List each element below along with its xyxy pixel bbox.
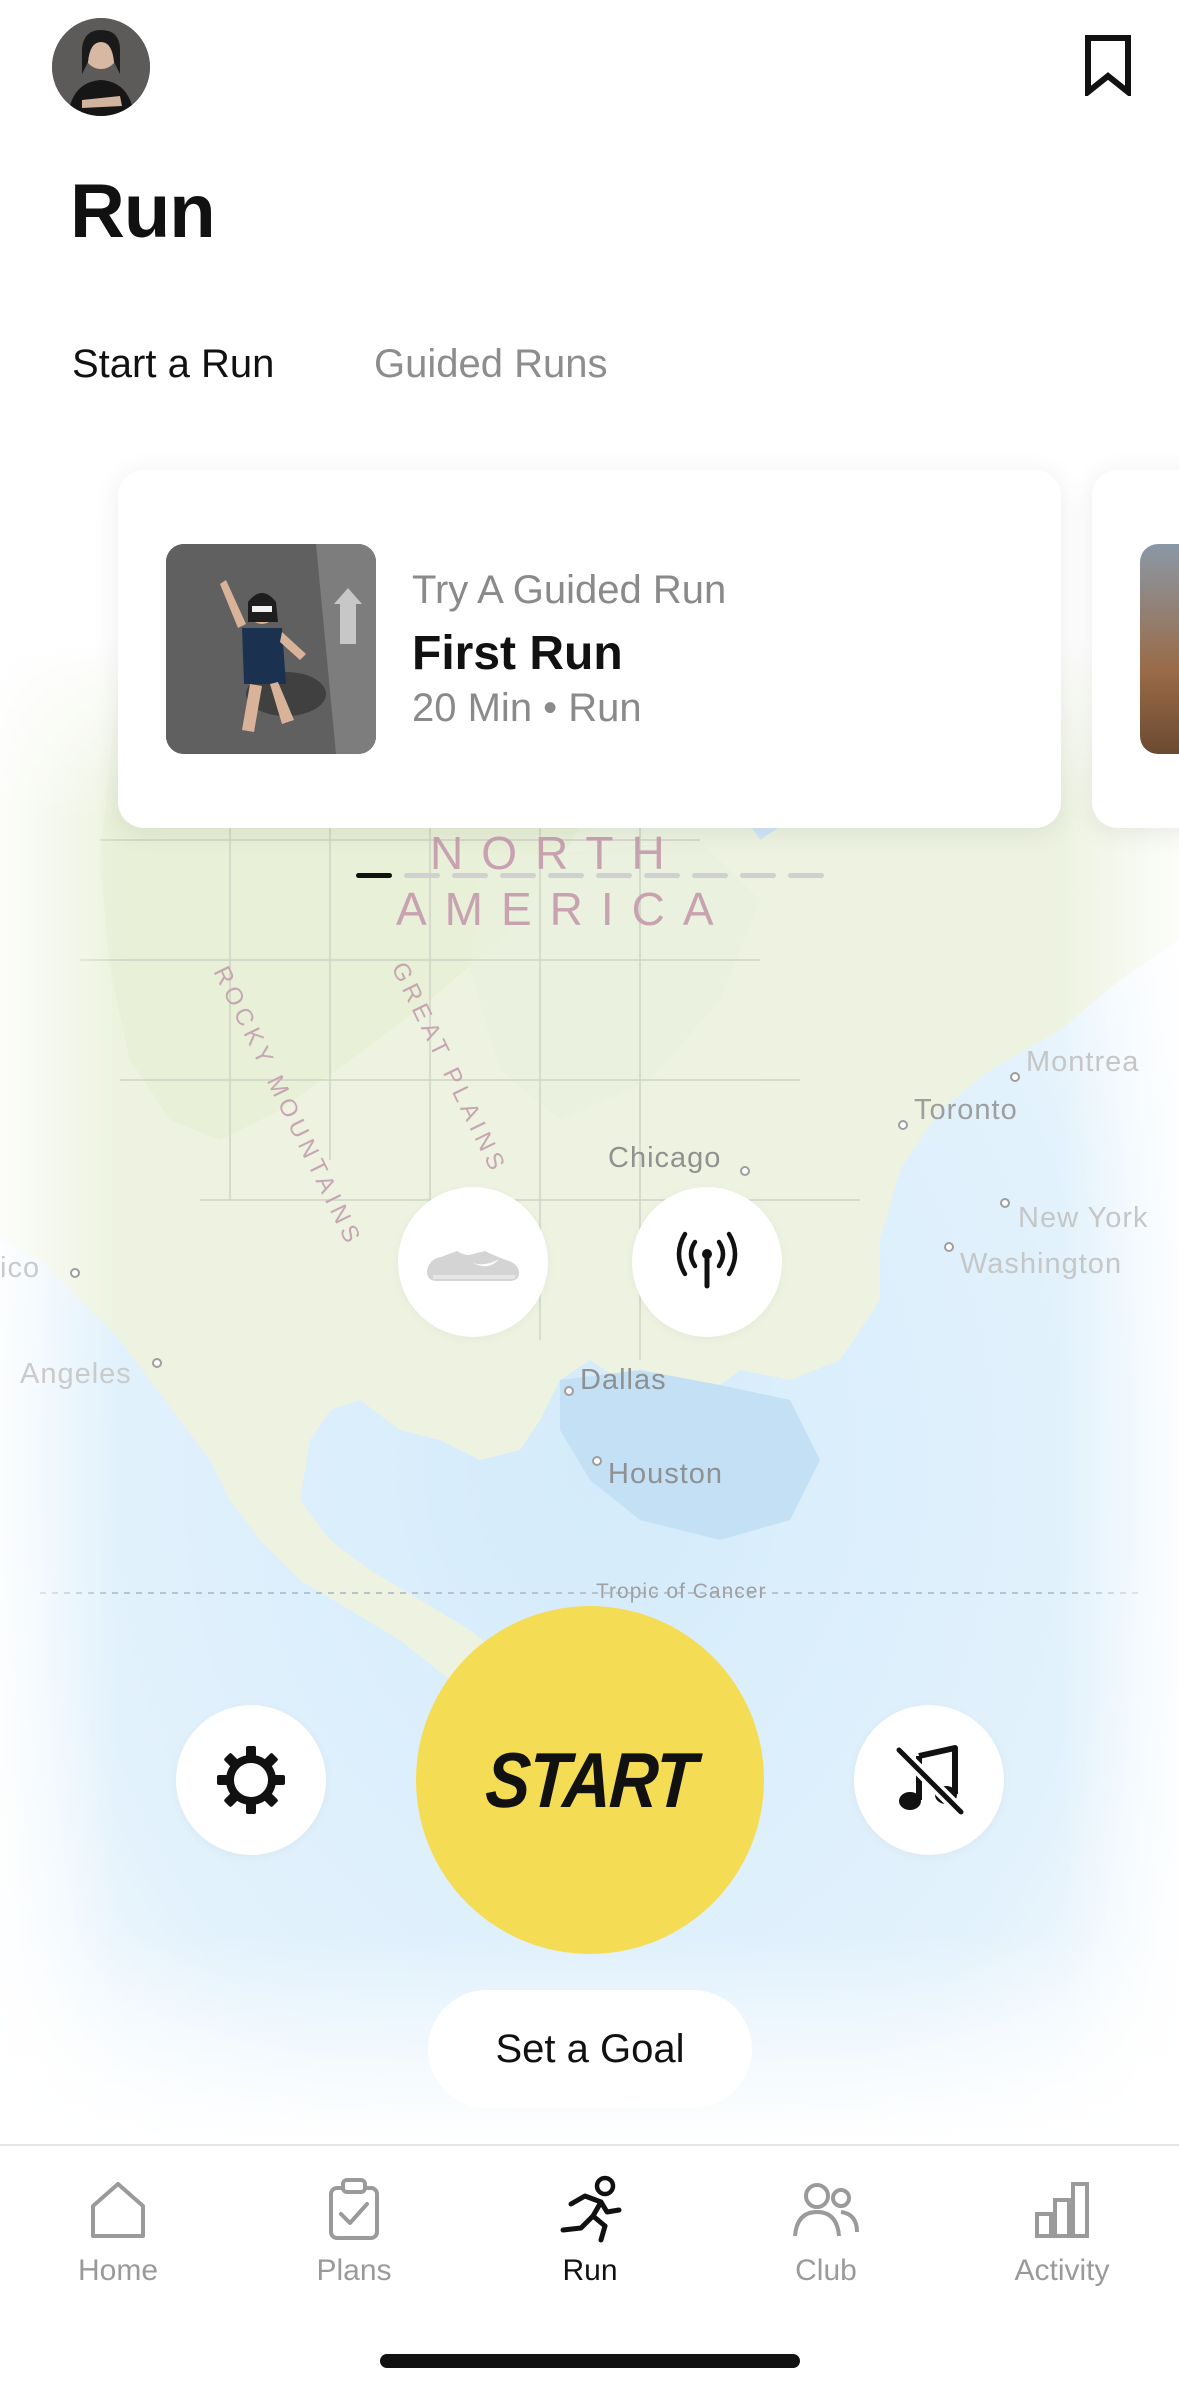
nav-item-activity[interactable]: Activity — [944, 2146, 1179, 2306]
home-icon — [91, 2182, 145, 2238]
map-tropic-label: Tropic of Cancer — [596, 1580, 767, 1603]
set-goal-button[interactable]: Set a Goal — [428, 1990, 752, 2108]
map-city-dot — [152, 1358, 162, 1368]
map-city-dot — [70, 1268, 80, 1278]
nav-label-home: Home — [77, 2254, 159, 2287]
map-continent-line1: NORTH — [430, 827, 683, 879]
signal-button[interactable] — [632, 1187, 782, 1337]
card-pager — [356, 873, 824, 878]
pager-dash — [692, 873, 728, 878]
map-city-houston: Houston — [608, 1458, 724, 1490]
next-card-thumbnail — [1140, 544, 1179, 754]
shoe-icon — [427, 1251, 519, 1281]
pager-dash — [740, 873, 776, 878]
tab-guided-runs[interactable]: Guided Runs — [374, 342, 607, 387]
map-city-los-angeles: Angeles — [20, 1358, 132, 1390]
map-city-dot — [592, 1456, 602, 1466]
start-label: START — [482, 1735, 698, 1824]
nav-label-run: Run — [562, 2254, 618, 2287]
map-continent-line2: AMERICA — [396, 883, 732, 935]
map-city-toronto: Toronto — [914, 1094, 1018, 1126]
map-city-new-york: New York — [1018, 1202, 1149, 1234]
bookmark-icon[interactable] — [1080, 34, 1136, 99]
broadcast-icon — [676, 1231, 738, 1289]
home-indicator — [380, 2354, 800, 2368]
runner-icon — [560, 2175, 622, 2243]
pager-dash — [596, 873, 632, 878]
pager-dash — [788, 873, 824, 878]
map-city-chicago: Chicago — [608, 1142, 722, 1174]
guided-run-meta: 20 Min • Run — [412, 686, 642, 730]
tab-start-a-run[interactable]: Start a Run — [72, 342, 274, 387]
page-title: Run — [70, 169, 216, 254]
guided-run-thumbnail — [166, 544, 376, 754]
nav-item-home[interactable]: Home — [0, 2146, 236, 2306]
map-city-dallas: Dallas — [580, 1364, 667, 1396]
map-city-dot — [564, 1386, 574, 1396]
map-city-montreal: Montrea — [1026, 1046, 1140, 1078]
map-city-washington: Washington — [960, 1248, 1123, 1280]
pager-dash — [452, 873, 488, 878]
nav-item-plans[interactable]: Plans — [236, 2146, 472, 2306]
map-city-dot — [740, 1166, 750, 1176]
map-city-dot — [1010, 1072, 1020, 1082]
music-button[interactable] — [854, 1705, 1004, 1855]
pager-dash — [404, 873, 440, 878]
shoe-button[interactable] — [398, 1187, 548, 1337]
guided-run-card[interactable]: Try A Guided Run First Run 20 Min • Run — [118, 470, 1061, 828]
map-city-mexico: ico — [0, 1252, 41, 1284]
start-run-button[interactable]: START — [416, 1606, 764, 1954]
avatar-image — [52, 18, 150, 116]
map-city-dot — [944, 1242, 954, 1252]
pager-dash — [548, 873, 584, 878]
nav-item-club[interactable]: Club — [708, 2146, 944, 2306]
guided-run-title: First Run — [412, 627, 623, 680]
guided-run-kicker: Try A Guided Run — [412, 568, 727, 612]
pager-dash — [500, 873, 536, 878]
pager-dash — [644, 873, 680, 878]
people-icon — [793, 2183, 859, 2237]
pager-dash — [356, 873, 392, 878]
map-city-dot — [1000, 1198, 1010, 1208]
avatar[interactable] — [52, 18, 150, 116]
settings-button[interactable] — [176, 1705, 326, 1855]
nav-item-run[interactable]: Run — [472, 2146, 708, 2306]
nav-label-activity: Activity — [1014, 2254, 1110, 2287]
music-off-icon — [893, 1744, 967, 1818]
gear-icon — [217, 1746, 285, 1814]
bar-chart-icon — [1035, 2182, 1089, 2238]
nav-label-club: Club — [795, 2254, 857, 2287]
map-city-dot — [898, 1120, 908, 1130]
nav-label-plans: Plans — [316, 2254, 392, 2287]
next-card-peek[interactable] — [1092, 470, 1179, 828]
clipboard-check-icon — [329, 2178, 379, 2240]
